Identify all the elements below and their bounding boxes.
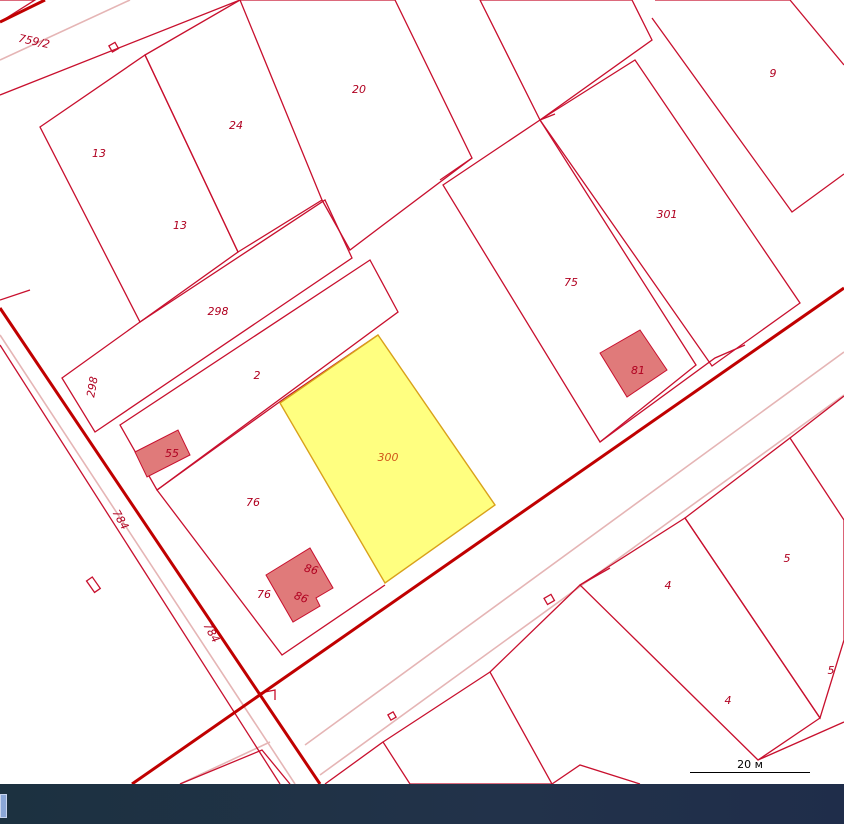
cadastral-map[interactable]: 759/2 20 9 13 24 13 301 298 298 75 2 81 …: [0, 0, 844, 784]
scale-label: 20 м: [737, 758, 763, 771]
panel-toggle-handle[interactable]: [0, 794, 7, 818]
building-55[interactable]: [134, 429, 191, 478]
label-784a: 784: [110, 507, 132, 532]
label-4b: 4: [725, 694, 732, 707]
label-55: 55: [165, 447, 179, 460]
label-75: 75: [564, 276, 578, 289]
label-300: 300: [378, 451, 399, 464]
scale-bar: 20 м: [690, 758, 810, 776]
label-301: 301: [657, 208, 678, 221]
parcel-labels: 759/2 20 9 13 24 13 301 298 298 75 2 81 …: [17, 32, 834, 707]
label-784b: 784: [201, 620, 223, 645]
label-20: 20: [352, 83, 366, 96]
label-24: 24: [229, 119, 243, 132]
label-5a: 5: [784, 552, 791, 565]
main-boundaries: [0, 0, 844, 784]
parcel-boundaries: [0, 0, 844, 784]
building-86[interactable]: [265, 547, 334, 623]
label-13a: 13: [92, 147, 106, 160]
label-4a: 4: [665, 579, 672, 592]
label-759-2: 759/2: [17, 32, 51, 51]
status-bar: [0, 784, 844, 824]
label-76a: 76: [246, 496, 260, 509]
label-298a: 298: [208, 305, 229, 318]
label-5b: 5: [828, 664, 835, 677]
map-canvas: 759/2 20 9 13 24 13 301 298 298 75 2 81 …: [0, 0, 844, 784]
label-81: 81: [631, 364, 645, 377]
road-lines: [0, 0, 844, 784]
label-9: 9: [770, 67, 777, 80]
label-76b: 76: [257, 588, 271, 601]
label-2: 2: [254, 369, 261, 382]
label-13b: 13: [173, 219, 187, 232]
scale-line: [690, 772, 810, 773]
label-298b: 298: [84, 375, 100, 398]
